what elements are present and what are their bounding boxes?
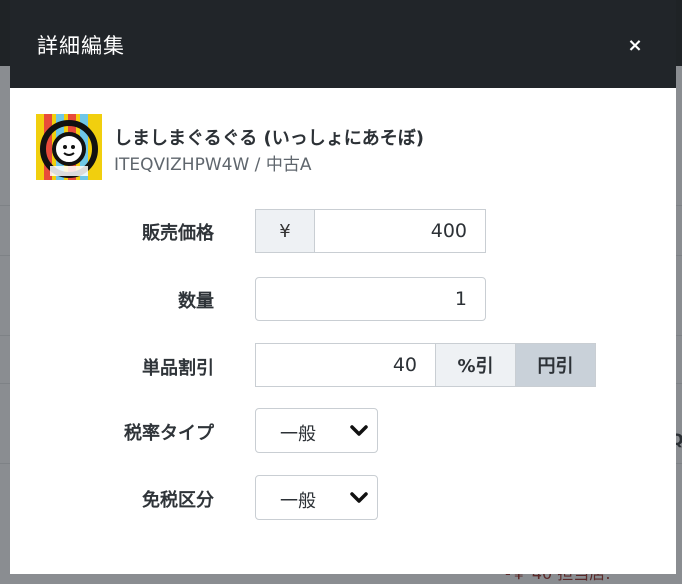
product-code-condition: ITEQVIZHPW4W / 中古A <box>114 155 312 175</box>
yen-discount-button[interactable]: 円引 <box>516 343 596 387</box>
chevron-down-icon <box>350 492 368 503</box>
quantity-input[interactable] <box>255 277 486 321</box>
discount-label: 単品割引 <box>142 358 214 379</box>
discount-input-group: %引 円引 <box>255 343 596 387</box>
yen-addon: ¥ <box>255 209 315 253</box>
modal-title: 詳細編集 <box>37 34 125 58</box>
price-label: 販売価格 <box>142 223 214 244</box>
tax-exemption-value: 一般 <box>280 491 316 512</box>
tax-rate-type-label: 税率タイプ <box>124 423 214 444</box>
quantity-label: 数量 <box>178 291 214 312</box>
product-thumbnail <box>36 114 102 180</box>
tax-exemption-select[interactable]: 一般 <box>255 475 378 520</box>
product-name: しましまぐるぐる (いっしょにあそぼ) <box>114 128 424 149</box>
tax-rate-type-select[interactable]: 一般 <box>255 408 378 453</box>
percent-discount-button[interactable]: %引 <box>436 343 516 387</box>
tax-rate-type-value: 一般 <box>280 424 316 445</box>
price-input[interactable] <box>315 209 486 253</box>
close-icon[interactable]: × <box>621 32 649 60</box>
price-input-group: ¥ <box>255 209 486 253</box>
discount-input[interactable] <box>255 343 436 387</box>
detail-edit-modal: 詳細編集 × しましまぐるぐる (いっしょにあそぼ) ITEQVIZHPW4W … <box>10 0 676 574</box>
tax-exemption-label: 免税区分 <box>142 490 214 511</box>
chevron-down-icon <box>350 425 368 436</box>
modal-header: 詳細編集 × <box>10 0 676 88</box>
